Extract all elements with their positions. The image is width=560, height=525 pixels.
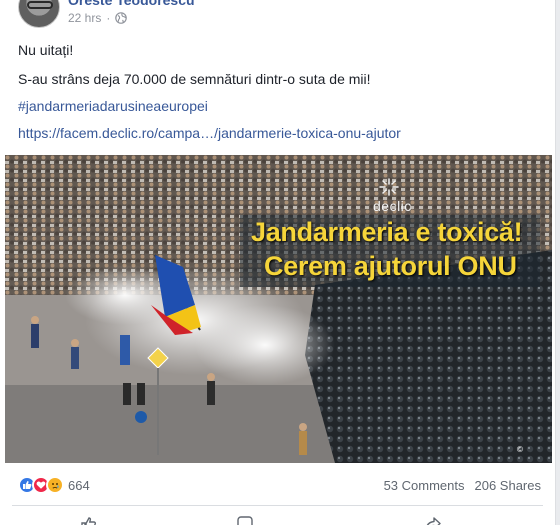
footer-divider: [12, 505, 543, 506]
post-card: Oreste Teodorescu 22 hrs · Nu uitați! S-…: [0, 0, 556, 525]
post-text-line: Nu uitați!: [18, 42, 74, 58]
reactions-summary[interactable]: 664: [18, 476, 90, 494]
post-photo[interactable]: declic Jandarmeria e toxică! Cerem ajuto…: [5, 155, 552, 463]
banner-headline: Jandarmeria e toxică!: [251, 217, 523, 247]
like-button-icon[interactable]: [80, 515, 98, 525]
avatar-glasses: [27, 1, 53, 9]
photo-watermark: ©: [517, 445, 523, 454]
engagement-stats: 53 Comments 206 Shares: [384, 478, 541, 493]
share-button-icon[interactable]: [424, 515, 442, 525]
comments-count[interactable]: 53 Comments: [384, 478, 465, 493]
reaction-count[interactable]: 664: [68, 478, 90, 493]
shares-count[interactable]: 206 Shares: [475, 478, 542, 493]
declic-logo-icon: [379, 178, 399, 196]
banner-subheadline: Cerem ajutorul ONU: [264, 251, 517, 281]
comment-button-icon[interactable]: [236, 515, 254, 525]
post-meta: 22 hrs ·: [68, 11, 128, 25]
avatar[interactable]: [18, 0, 60, 28]
post-author[interactable]: Oreste Teodorescu: [68, 0, 195, 8]
declic-logo: declic: [373, 198, 412, 214]
protest-scene: [5, 155, 552, 463]
post-time[interactable]: 22 hrs: [68, 11, 101, 25]
post-text-line: S-au strâns deja 70.000 de semnături din…: [18, 71, 371, 87]
hashtag-link[interactable]: #jandarmeriadarusineaeuropei: [18, 97, 208, 115]
campaign-link[interactable]: https://facem.declic.ro/campa…/jandarmer…: [18, 124, 401, 142]
sad-icon: [46, 476, 64, 494]
globe-icon[interactable]: [115, 12, 128, 24]
dot-separator: ·: [106, 11, 111, 25]
